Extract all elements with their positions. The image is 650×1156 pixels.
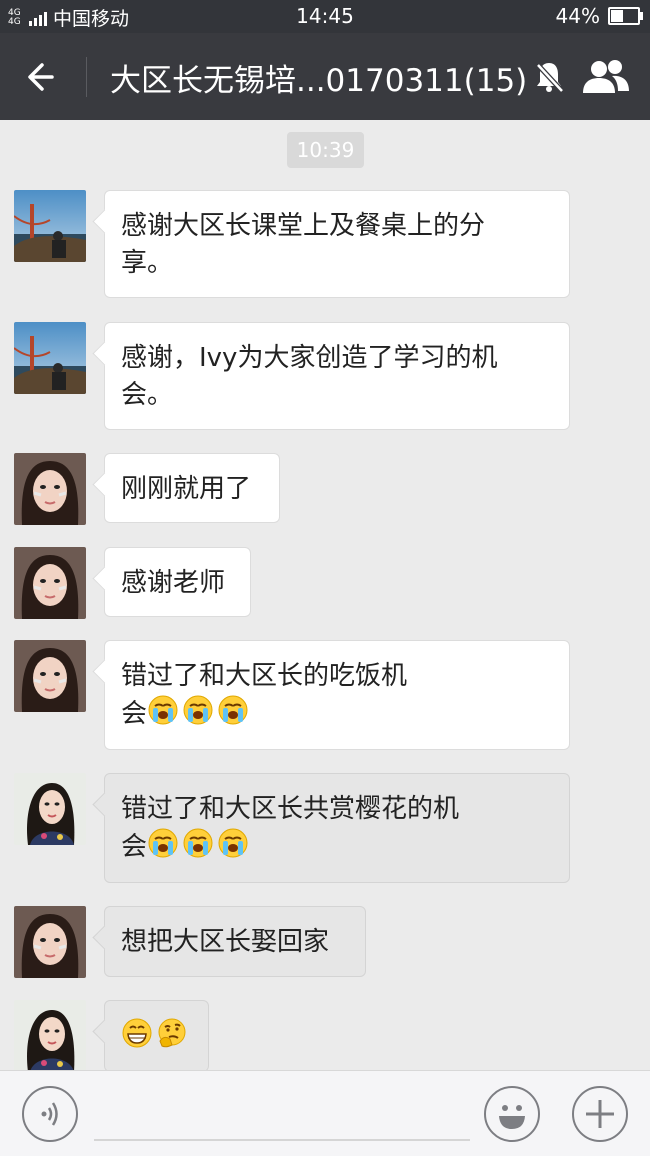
message-text: 想把大区长娶回家 — [121, 927, 330, 957]
crying-face-icon — [217, 827, 249, 871]
avatar[interactable] — [14, 322, 86, 394]
battery-percent: 44% — [555, 4, 600, 28]
avatar[interactable] — [14, 640, 86, 712]
group-members-icon[interactable] — [578, 55, 634, 99]
bell-off-icon — [530, 57, 568, 97]
chat-title: 大区长无锡培...0170311(15) — [110, 63, 528, 99]
header-divider — [86, 57, 87, 97]
message-bubble[interactable]: 错过了和大区长的吃饭机 会 — [104, 640, 570, 750]
smiley-icon[interactable] — [484, 1086, 540, 1142]
message-bubble[interactable]: 刚刚就用了 — [104, 453, 280, 523]
message-text: 感谢老师 — [121, 568, 226, 598]
avatar[interactable] — [14, 190, 86, 262]
crying-face-icon — [147, 827, 179, 871]
message-bubble[interactable]: 错过了和大区长共赏樱花的机 会 — [104, 773, 570, 883]
clock: 14:45 — [296, 4, 354, 28]
avatar[interactable] — [14, 906, 86, 978]
message-text: 感谢大区长课堂上及餐桌上的分 — [121, 211, 486, 241]
message-bubble[interactable]: 感谢大区长课堂上及餐桌上的分 享。 — [104, 190, 570, 298]
avatar[interactable] — [14, 547, 86, 619]
crying-face-icon — [147, 694, 179, 738]
message-bubble[interactable]: 想把大区长娶回家 — [104, 906, 366, 977]
back-arrow-icon[interactable] — [22, 55, 66, 99]
voice-icon[interactable] — [22, 1086, 78, 1142]
avatar[interactable] — [14, 1000, 86, 1070]
crying-face-icon — [217, 694, 249, 738]
grinning-face-icon — [121, 1017, 153, 1061]
message-text: 错过了和大区长共赏樱花的机 — [121, 794, 460, 824]
avatar[interactable] — [14, 773, 86, 845]
message-bubble[interactable] — [104, 1000, 209, 1070]
message-text: 会 — [121, 699, 148, 729]
message-text: 会 — [121, 832, 148, 862]
thinking-face-icon — [156, 1017, 188, 1061]
message-text: 刚刚就用了 — [121, 474, 252, 504]
message-input[interactable] — [94, 1139, 470, 1141]
message-text: 感谢，Ivy为大家创造了学习的机 — [121, 343, 498, 373]
message-list[interactable]: 10:39 感谢大区长课堂上及餐桌上的分 享。 感谢，Ivy为大家创造了学习的机… — [0, 120, 650, 1070]
status-bar: 4G 4G 中国移动 14:45 44% — [0, 0, 650, 33]
crying-face-icon — [182, 827, 214, 871]
battery-icon — [608, 7, 643, 25]
avatar[interactable] — [14, 453, 86, 525]
plus-icon[interactable] — [572, 1086, 628, 1142]
message-text: 会。 — [121, 380, 174, 410]
message-text: 享。 — [121, 248, 174, 278]
message-bubble[interactable]: 感谢老师 — [104, 547, 251, 617]
message-bubble[interactable]: 感谢，Ivy为大家创造了学习的机 会。 — [104, 322, 570, 430]
chat-header: 大区长无锡培...0170311(15) — [0, 33, 650, 120]
message-text: 错过了和大区长的吃饭机 — [121, 661, 408, 691]
timestamp-label: 10:39 — [287, 132, 364, 168]
input-bar — [0, 1070, 650, 1156]
crying-face-icon — [182, 694, 214, 738]
